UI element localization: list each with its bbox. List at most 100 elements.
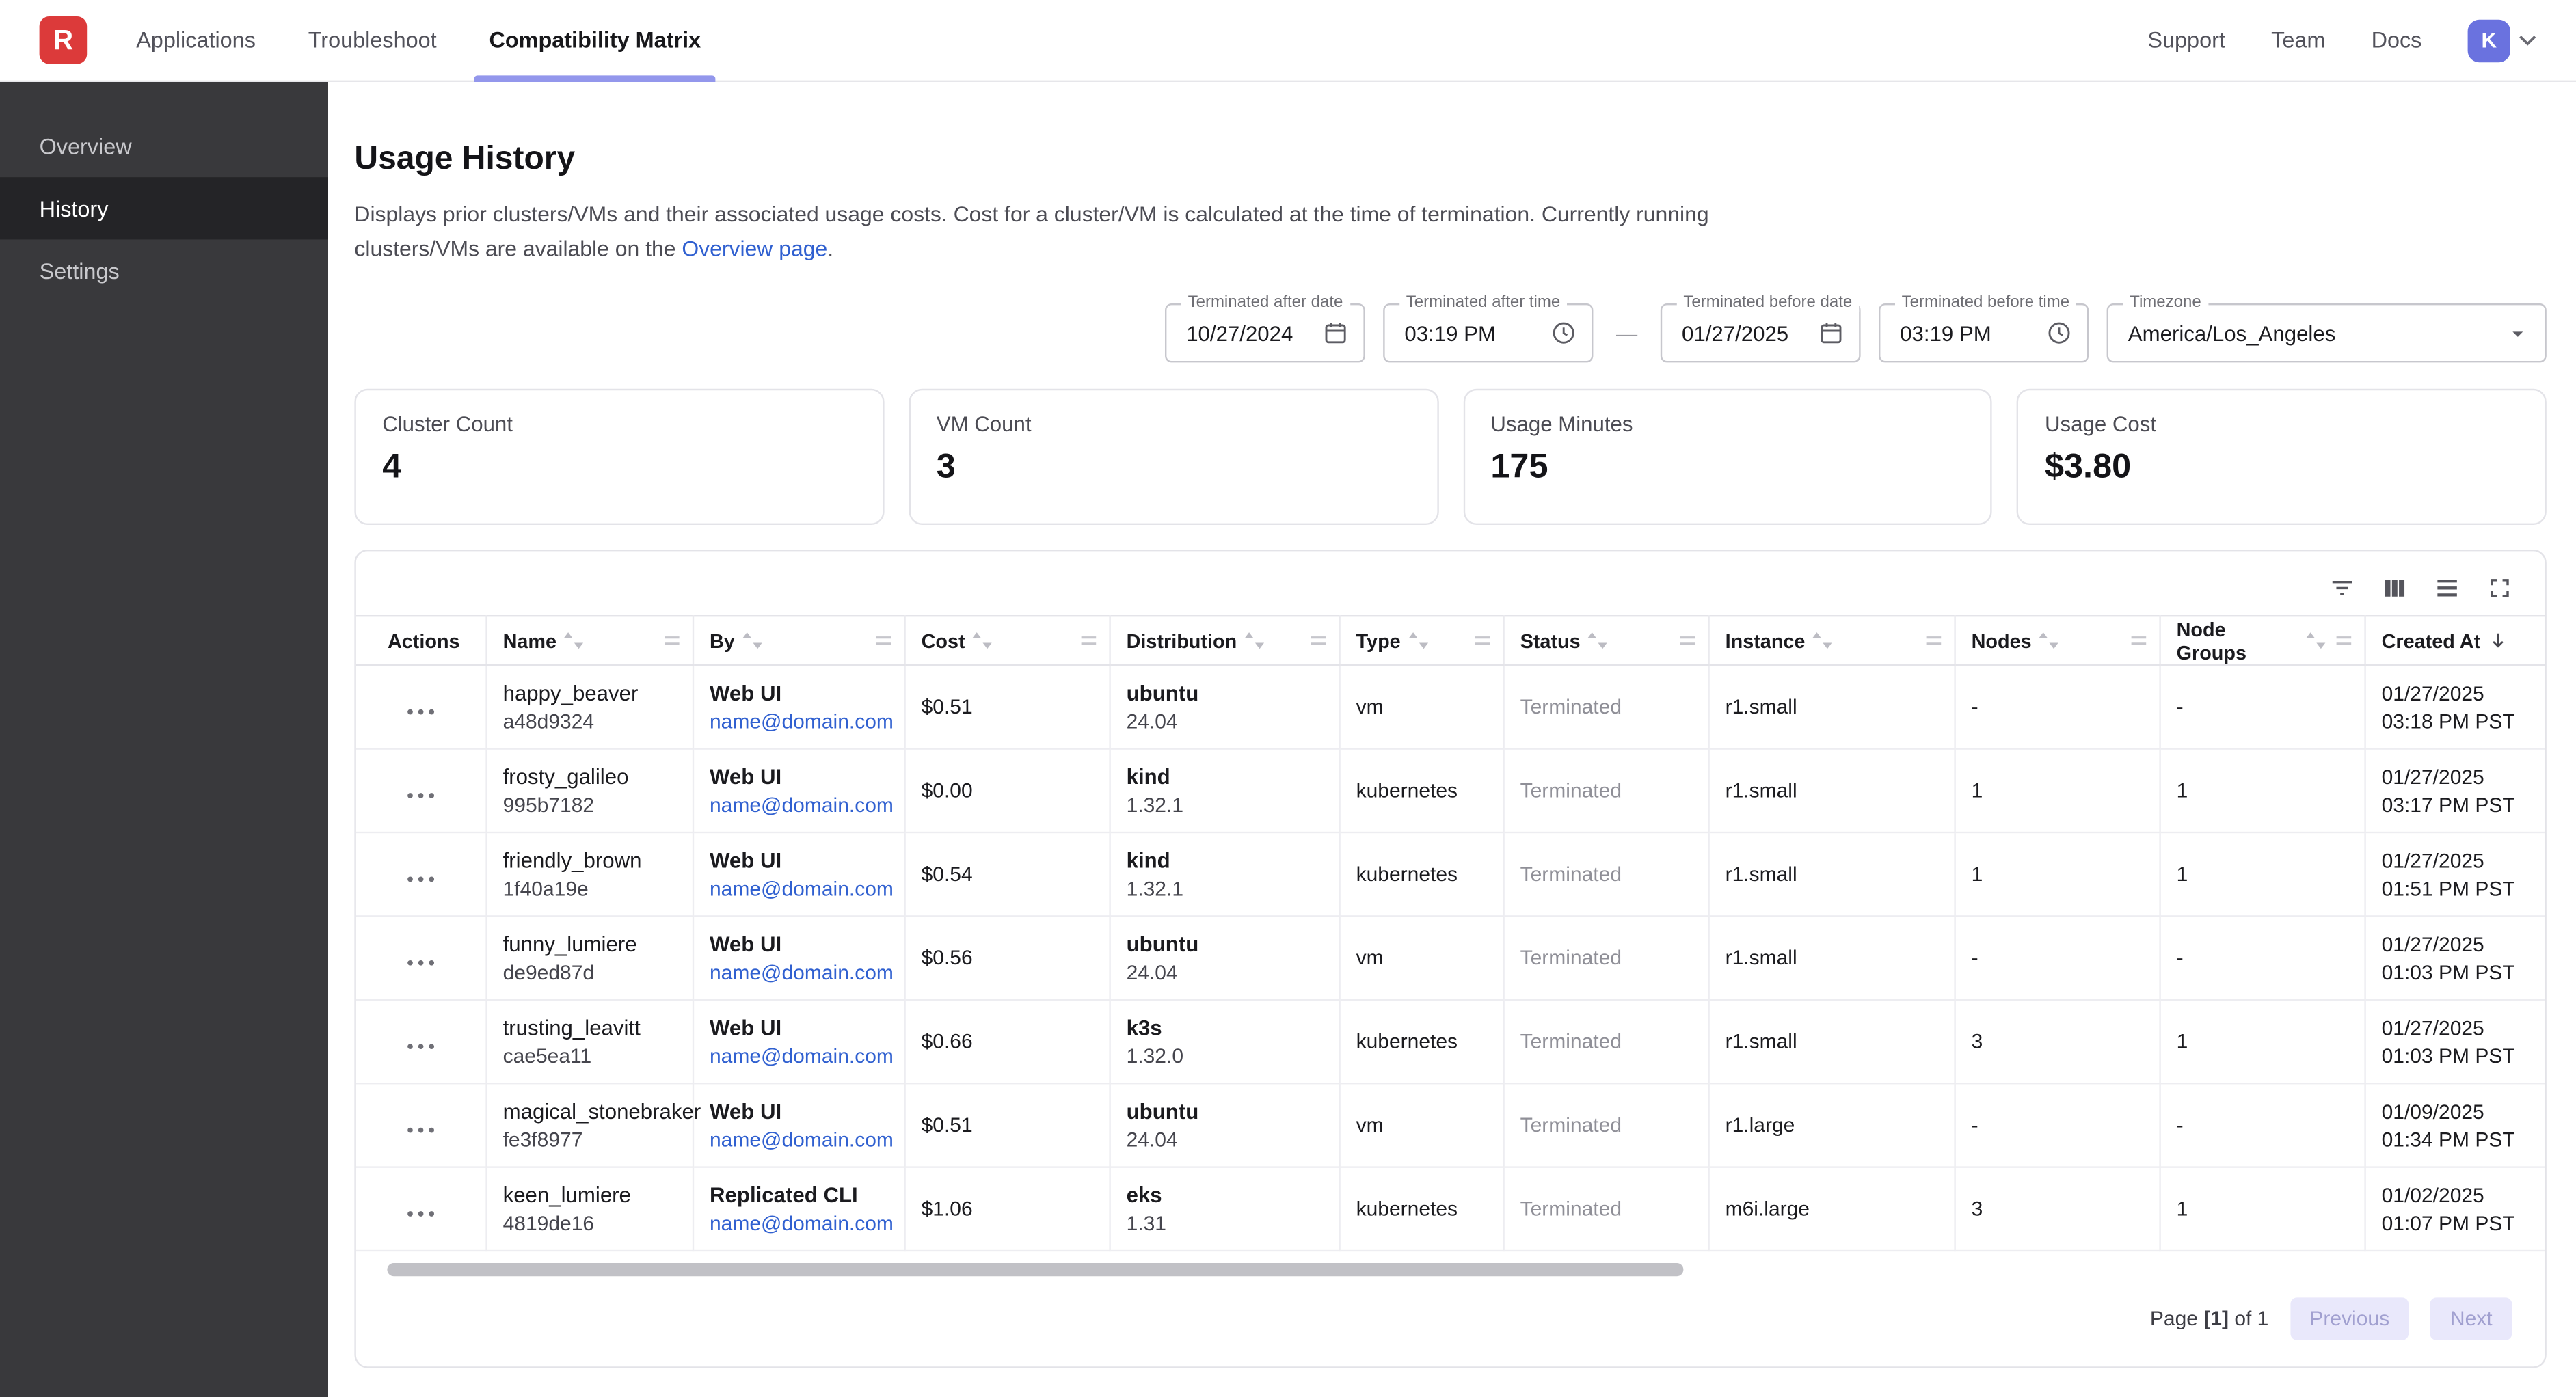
nav-item-troubleshoot[interactable]: Troubleshoot: [282, 0, 463, 81]
name-cell: magical_stonebrakerfe3f8977: [485, 1083, 692, 1167]
nav-item-compatibility-matrix[interactable]: Compatibility Matrix: [463, 0, 727, 81]
columns-button[interactable]: [2372, 566, 2417, 610]
main-content: Usage History Displays prior clusters/VM…: [328, 82, 2576, 1397]
creator-email-link[interactable]: name@domain.com: [710, 1212, 894, 1236]
distribution-cell: ubuntu24.04: [1109, 1083, 1339, 1167]
description-line2: clusters/VMs are available on the Overvi…: [354, 231, 2546, 265]
creator-email-link[interactable]: name@domain.com: [710, 1128, 894, 1152]
column-header-type[interactable]: Type: [1339, 616, 1503, 665]
previous-page-button[interactable]: Previous: [2290, 1297, 2409, 1340]
column-header-status[interactable]: Status: [1503, 616, 1708, 665]
column-menu-icon[interactable]: [872, 632, 894, 649]
sidebar-item-history[interactable]: History: [0, 177, 328, 239]
terminated-before-date-input[interactable]: Terminated before date 01/27/2025: [1661, 303, 1861, 362]
column-menu-icon[interactable]: [2128, 632, 2149, 649]
column-menu-icon[interactable]: [1307, 632, 1328, 649]
name-cell: friendly_brown1f40a19e: [485, 832, 692, 916]
column-menu-icon[interactable]: [2333, 632, 2354, 649]
column-header-nodes[interactable]: Nodes: [1954, 616, 2159, 665]
row-actions-icon: [407, 1210, 435, 1217]
sort-icon: [1587, 632, 1608, 649]
column-menu-icon[interactable]: [1471, 632, 1492, 649]
distribution-version: 24.04: [1127, 961, 1322, 984]
type-cell: kubernetes: [1339, 1167, 1503, 1251]
creator-email-link[interactable]: name@domain.com: [710, 961, 894, 984]
table-header-row: Actions Name By Cost Distribution Type S…: [356, 616, 2545, 665]
node-groups-cell: -: [2159, 665, 2364, 748]
account-menu[interactable]: K: [2468, 19, 2537, 62]
row-actions-button[interactable]: [397, 856, 444, 893]
overview-page-link[interactable]: Overview page: [682, 236, 827, 261]
main-nav: Applications Troubleshoot Compatibility …: [110, 0, 727, 81]
terminated-after-date-input[interactable]: Terminated after date 10/27/2024: [1165, 303, 1365, 362]
actions-cell: [356, 1167, 486, 1251]
sidebar-item-overview[interactable]: Overview: [0, 115, 328, 177]
nodes-cell: -: [1954, 916, 2159, 999]
calendar-icon[interactable]: [1322, 320, 1348, 346]
distribution-name: ubuntu: [1127, 681, 1322, 705]
column-header-cost[interactable]: Cost: [904, 616, 1109, 665]
row-actions-button[interactable]: [397, 1022, 444, 1060]
nodes-cell: 1: [1954, 749, 2159, 832]
creator-email-link[interactable]: name@domain.com: [710, 794, 894, 817]
distribution-name: ubuntu: [1127, 1099, 1322, 1124]
row-actions-button[interactable]: [397, 1107, 444, 1144]
column-header-distribution[interactable]: Distribution: [1109, 616, 1339, 665]
terminated-before-time-input[interactable]: Terminated before time 03:19 PM: [1879, 303, 2089, 362]
created-at-cell: 01/09/202501:34 PM PST: [2364, 1083, 2545, 1167]
column-menu-icon[interactable]: [1676, 632, 1698, 649]
nodes-cell: 3: [1954, 1167, 2159, 1251]
sort-desc-icon: [2487, 630, 2508, 651]
nav-item-applications[interactable]: Applications: [110, 0, 282, 81]
clock-icon[interactable]: [1551, 320, 1577, 346]
fullscreen-button[interactable]: [2478, 566, 2522, 610]
column-menu-icon[interactable]: [1077, 632, 1099, 649]
row-actions-button[interactable]: [397, 688, 444, 726]
creator-email-link[interactable]: name@domain.com: [710, 878, 894, 901]
distribution-version: 24.04: [1127, 710, 1322, 733]
cluster-id: de9ed87d: [503, 961, 675, 984]
created-by: Web UI: [710, 932, 887, 956]
column-header-node-groups[interactable]: Node Groups: [2159, 616, 2364, 665]
replicated-logo-icon[interactable]: R: [40, 16, 88, 64]
cost-cell: $0.66: [904, 1000, 1109, 1083]
column-menu-icon[interactable]: [660, 632, 682, 649]
usage-history-table-card: Actions Name By Cost Distribution Type S…: [354, 550, 2546, 1368]
caret-down-icon[interactable]: [2506, 321, 2530, 345]
support-link[interactable]: Support: [2147, 28, 2225, 53]
row-actions-button[interactable]: [397, 939, 444, 977]
row-actions-button[interactable]: [397, 1190, 444, 1228]
next-page-button[interactable]: Next: [2430, 1297, 2512, 1340]
docs-link[interactable]: Docs: [2372, 28, 2422, 53]
distribution-cell: kind1.32.1: [1109, 749, 1339, 832]
filter-button[interactable]: [2320, 566, 2365, 610]
created-by: Web UI: [710, 848, 887, 873]
date-range-separator: —: [1616, 321, 1637, 345]
type-cell: vm: [1339, 1083, 1503, 1167]
table-row: friendly_brown1f40a19e Web UI name@domain…: [356, 832, 2545, 916]
column-header-name[interactable]: Name: [485, 616, 692, 665]
column-header-instance[interactable]: Instance: [1708, 616, 1954, 665]
by-cell: Web UIname@domain.com: [693, 1083, 904, 1167]
row-actions-button[interactable]: [397, 772, 444, 809]
column-header-by[interactable]: By: [693, 616, 904, 665]
creator-email-link[interactable]: name@domain.com: [710, 1045, 894, 1068]
stat-card-vm-count: VM Count 3: [909, 389, 1438, 525]
scrollbar-thumb[interactable]: [387, 1263, 1683, 1276]
terminated-after-time-input[interactable]: Terminated after time 03:19 PM: [1383, 303, 1593, 362]
actions-cell: [356, 1000, 486, 1083]
team-link[interactable]: Team: [2271, 28, 2325, 53]
timezone-select[interactable]: Timezone America/Los_Angeles: [2107, 303, 2547, 362]
clock-icon[interactable]: [2046, 320, 2072, 346]
user-avatar: K: [2468, 19, 2510, 62]
column-header-created-at[interactable]: Created At: [2364, 616, 2545, 665]
actions-cell: [356, 832, 486, 916]
sidebar-item-settings[interactable]: Settings: [0, 239, 328, 301]
sort-icon: [741, 632, 762, 649]
creator-email-link[interactable]: name@domain.com: [710, 710, 894, 733]
calendar-icon[interactable]: [1818, 320, 1844, 346]
column-menu-icon[interactable]: [1922, 632, 1944, 649]
density-button[interactable]: [2425, 566, 2469, 610]
table-row: magical_stonebrakerfe3f8977 Web UIname@d…: [356, 1083, 2545, 1167]
pagination: Page [1] of 1 Previous Next: [356, 1276, 2545, 1366]
